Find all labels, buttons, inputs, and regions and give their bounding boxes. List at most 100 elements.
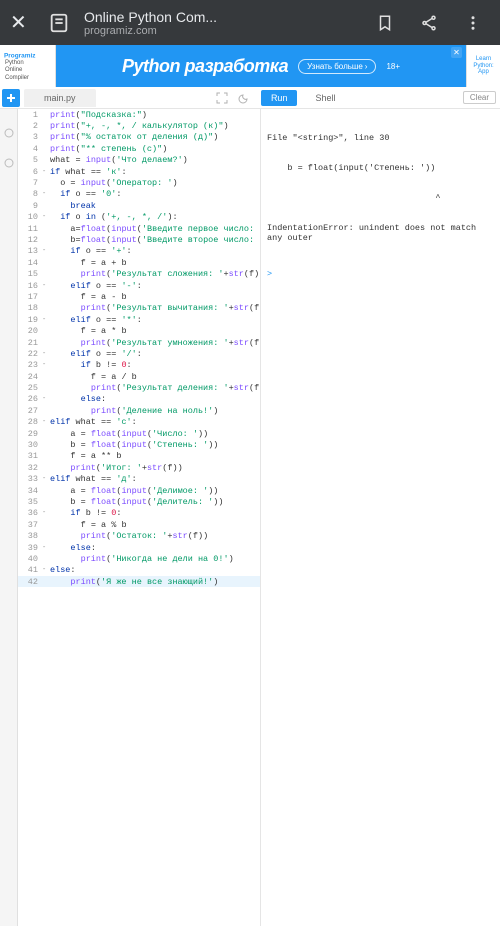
ad-banner[interactable]: ✕ Python разработка Узнать больше› 18+ [56,45,466,87]
code-line[interactable]: 2print("+, -, *, / калькулятор (к)") [18,120,260,131]
tab-mainpy[interactable]: main.py [24,89,96,107]
code-content: print('Результат деления: '+str(f)) [50,383,260,393]
code-line[interactable]: 32 print('Итог: '+str(f)) [18,462,260,473]
code-content: print("Подсказка:") [50,110,147,120]
line-number: 35 [18,497,42,507]
code-line[interactable]: 26- else: [18,394,260,405]
fold-marker[interactable]: - [42,544,50,552]
line-number: 29 [18,429,42,439]
fold-marker[interactable]: - [42,566,50,574]
code-line[interactable]: 35 b = float(input('Делитель: ')) [18,496,260,507]
code-line[interactable]: 41-else: [18,565,260,576]
code-line[interactable]: 29 a = float(input('Число: ')) [18,428,260,439]
line-number: 38 [18,531,42,541]
run-button[interactable]: Run [261,90,298,106]
code-line[interactable]: 38 print('Остаток: '+str(f)) [18,530,260,541]
theme-icon[interactable] [233,87,255,109]
fold-marker[interactable]: - [42,395,50,403]
code-line[interactable]: 40 print('Никогда не дели на 0!') [18,553,260,564]
settings-icon[interactable] [3,127,15,139]
code-line[interactable]: 7 o = input('Оператор: ') [18,177,260,188]
code-line[interactable]: 28-elif what == 'с': [18,417,260,428]
code-line[interactable]: 36- if b != 0: [18,508,260,519]
code-editor[interactable]: 1print("Подсказка:")2print("+, -, *, / к… [18,109,260,926]
code-content: elif o == '*': [50,315,142,325]
code-line[interactable]: 8- if o == '0': [18,189,260,200]
fullscreen-icon[interactable] [211,87,233,109]
code-line[interactable]: 12 b=float(input('Введите второе число: … [18,234,260,245]
code-content: o = input('Оператор: ') [50,178,178,188]
fold-marker[interactable]: - [42,168,50,176]
code-line[interactable]: 20 f = a * b [18,325,260,336]
code-content: elif what == 'с': [50,417,137,427]
ad-close-icon[interactable]: ✕ [451,47,462,58]
share-icon[interactable] [420,14,438,32]
code-line[interactable]: 17 f = a - b [18,291,260,302]
fold-marker[interactable]: - [42,213,50,221]
fold-marker[interactable]: - [42,509,50,517]
code-line[interactable]: 15 print('Результат сложения: '+str(f)) [18,268,260,279]
code-line[interactable]: 18 print('Результат вычитания: '+str(f)) [18,303,260,314]
clear-button[interactable]: Clear [463,91,496,104]
line-number: 4 [18,144,42,154]
menu-icon[interactable] [464,14,482,32]
code-line[interactable]: 33-elif what == 'д': [18,474,260,485]
ad-cta-button[interactable]: Узнать больше› [298,59,376,74]
code-line[interactable]: 37 f = a % b [18,519,260,530]
code-content: what = input('Что делаем?') [50,155,188,165]
code-line[interactable]: 16- elif o == '-': [18,280,260,291]
code-line[interactable]: 27 print('Деление на ноль!') [18,405,260,416]
fold-marker[interactable]: - [42,475,50,483]
bookmark-icon[interactable] [376,14,394,32]
code-line[interactable]: 14 f = a + b [18,257,260,268]
close-icon[interactable]: ✕ [10,10,40,35]
code-line[interactable]: 25 print('Результат деления: '+str(f)) [18,382,260,393]
code-line[interactable]: 10- if o in ('+, -, *, /'): [18,212,260,223]
fold-marker[interactable]: - [42,418,50,426]
line-number: 39 [18,543,42,553]
ad-age: 18+ [386,62,400,71]
code-line[interactable]: 4print("** степень (с)") [18,143,260,154]
code-line[interactable]: 1print("Подсказка:") [18,109,260,120]
fold-marker[interactable]: - [42,350,50,358]
code-line[interactable]: 39- else: [18,542,260,553]
line-number: 30 [18,440,42,450]
code-line[interactable]: 30 b = float(input('Степень: ')) [18,439,260,450]
code-line[interactable]: 11 a=float(input('Введите первое число: … [18,223,260,234]
side-ad[interactable]: Learn Python: App [466,45,500,87]
code-content: a = float(input('Делимое: ')) [50,486,218,496]
code-line[interactable]: 23- if b != 0: [18,360,260,371]
fold-marker[interactable]: - [42,316,50,324]
code-line[interactable]: 34 a = float(input('Делимое: ')) [18,485,260,496]
code-content: else: [50,394,106,404]
fold-marker[interactable]: - [42,247,50,255]
code-line[interactable]: 6-if what == 'к': [18,166,260,177]
fold-marker[interactable]: - [42,282,50,290]
fold-marker[interactable]: - [42,361,50,369]
code-content: f = a - b [50,292,127,302]
code-content: b = float(input('Делитель: ')) [50,497,224,507]
code-line[interactable]: 42 print('Я же не все знающий!') [18,576,260,587]
code-line[interactable]: 9 break [18,200,260,211]
line-number: 23 [18,360,42,370]
code-line[interactable]: 31 f = a ** b [18,451,260,462]
line-number: 7 [18,178,42,188]
code-line[interactable]: 21 print('Результат умножения: '+str(f)) [18,337,260,348]
shell-panel[interactable]: File "<string>", line 30 b = float(input… [260,109,500,926]
page-title: Online Python Com... [84,9,376,25]
logo-block[interactable]: Programiz Python Online Compiler [0,45,56,87]
add-tab-button[interactable] [2,89,20,107]
code-line[interactable]: 5what = input('Что делаем?') [18,155,260,166]
line-number: 32 [18,463,42,473]
fold-marker[interactable]: - [42,190,50,198]
code-line[interactable]: 13- if o == '+': [18,246,260,257]
code-line[interactable]: 24 f = a / b [18,371,260,382]
line-number: 8 [18,189,42,199]
line-number: 41 [18,565,42,575]
code-line[interactable]: 22- elif o == '/': [18,348,260,359]
code-line[interactable]: 19- elif o == '*': [18,314,260,325]
side-ad-l1: Learn [476,56,491,63]
shell-tab[interactable]: Shell [303,93,347,103]
code-line[interactable]: 3print("% остаток от деления (д)") [18,132,260,143]
settings2-icon[interactable] [3,157,15,169]
